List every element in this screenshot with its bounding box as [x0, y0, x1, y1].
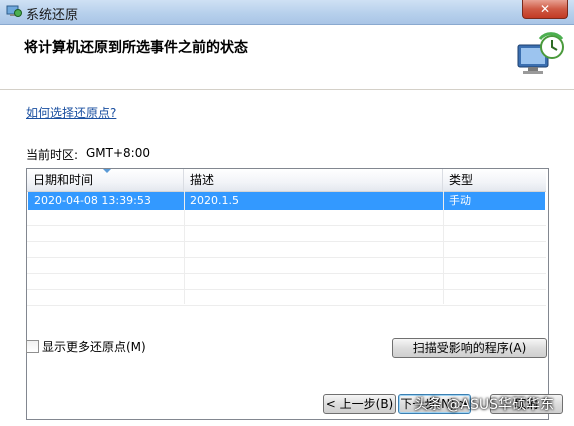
content-area: 如何选择还原点? 当前时区: GMT+8:00 日期和时间 描述 类型 2020… [0, 90, 574, 426]
timezone-value: GMT+8:00 [86, 146, 150, 160]
show-more-label: 显示更多还原点(M) [42, 340, 146, 354]
column-header-datetime-label: 日期和时间 [33, 173, 94, 187]
cell-description: 2020.1.5 [190, 194, 239, 207]
column-header-datetime[interactable]: 日期和时间 [27, 169, 184, 191]
column-header-description[interactable]: 描述 [184, 169, 443, 191]
column-header-type[interactable]: 类型 [443, 169, 546, 191]
timezone-label: 当前时区: [26, 148, 79, 162]
column-divider [443, 191, 444, 304]
table-header: 日期和时间 描述 类型 [27, 169, 546, 192]
table-row[interactable]: 2020-04-08 13:39:53 2020.1.5 手动 [28, 192, 545, 210]
title-bar: 系统还原 ✕ [0, 0, 574, 25]
cell-datetime: 2020-04-08 13:39:53 [34, 194, 151, 207]
show-more-checkbox[interactable] [26, 340, 39, 353]
column-divider [184, 191, 185, 304]
close-icon: ✕ [539, 2, 551, 16]
sort-ascending-icon [103, 169, 111, 173]
restore-points-table: 日期和时间 描述 类型 2020-04-08 13:39:53 2020.1.5… [26, 168, 549, 420]
system-restore-icon [517, 32, 564, 74]
watermark: 头条 @ASUS华硕华东 [414, 397, 555, 413]
page-heading: 将计算机还原到所选事件之前的状态 [24, 40, 248, 56]
window-title: 系统还原 [26, 8, 79, 23]
header-band: 将计算机还原到所选事件之前的状态 [0, 25, 574, 90]
back-button[interactable]: < 上一步(B) [323, 394, 396, 414]
cell-type: 手动 [449, 194, 471, 207]
close-button[interactable]: ✕ [522, 0, 568, 19]
app-restore-icon [6, 5, 22, 17]
scan-affected-programs-button[interactable]: 扫描受影响的程序(A) [392, 338, 547, 358]
table-empty-rows [27, 210, 546, 306]
help-link[interactable]: 如何选择还原点? [26, 104, 116, 121]
